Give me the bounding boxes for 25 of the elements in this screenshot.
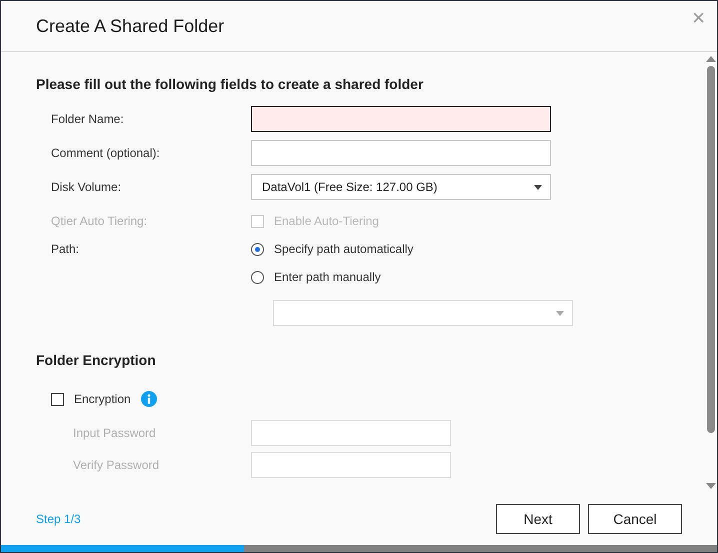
info-icon[interactable] — [140, 391, 157, 407]
field-label: Qtier Auto Tiering: — [50, 214, 148, 228]
field-label: Path: — [50, 242, 80, 256]
checkbox[interactable] — [51, 392, 64, 406]
text-field[interactable] — [251, 106, 551, 132]
radio-button[interactable] — [251, 242, 264, 256]
cancel-button[interactable]: Cancel — [588, 504, 682, 534]
form-instructions: Please fill out the following fields to create a shared folder — [36, 76, 424, 92]
caret-icon — [534, 184, 542, 190]
section-heading: Folder Encryption — [36, 352, 157, 368]
volume-dropdown[interactable]: DataVol1 (Free Size: 127.00 GB) — [251, 174, 551, 200]
caret-icon — [556, 310, 564, 316]
dialog-title: Create A Shared Folder — [36, 16, 224, 36]
checkbox-label: Encryption — [74, 392, 131, 406]
field-label: Disk Volume: — [50, 180, 122, 194]
radio-button[interactable] — [251, 270, 264, 284]
field-label: Folder Name: — [50, 112, 125, 126]
checkbox-label: Enable Auto-Tiering — [274, 214, 379, 228]
radio-label: Enter path manually — [274, 270, 381, 284]
field-label: Verify Password — [72, 458, 160, 472]
step-indicator: Step 1/3 — [36, 512, 81, 526]
next-button[interactable]: Next — [496, 504, 580, 534]
field-label: Comment (optional): — [50, 146, 161, 160]
radio-label: Specify path automatically — [274, 242, 414, 256]
field-label: Input Password — [72, 426, 157, 440]
